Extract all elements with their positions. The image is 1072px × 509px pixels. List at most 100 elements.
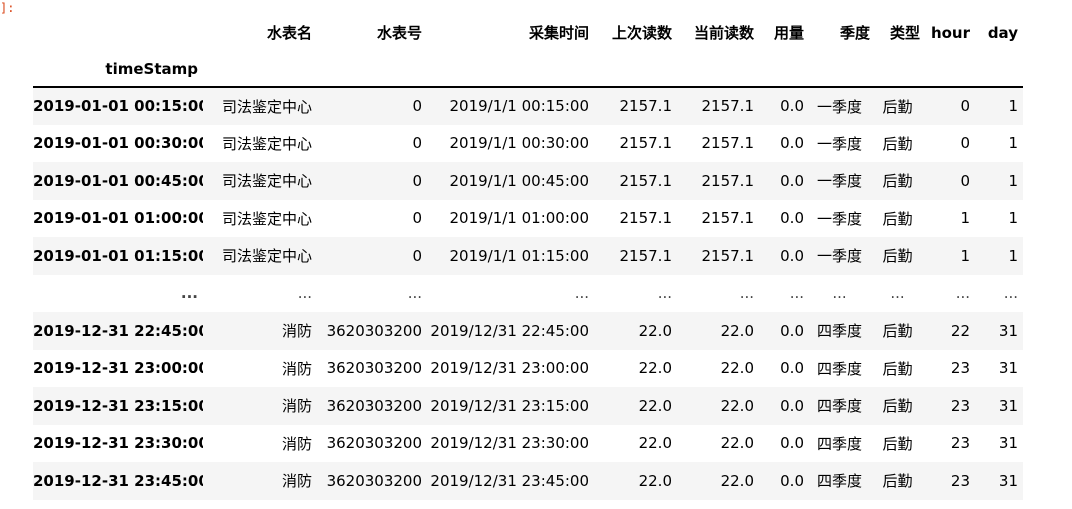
table-cell: 0.0 (780, 97, 804, 116)
table-cell: 消防 (281, 434, 312, 453)
table-cell: 0 (412, 209, 422, 228)
table-cell: ... (789, 284, 804, 303)
table-cell: 2019/12/31 23:45:00 (430, 471, 589, 490)
table-cell: 后勤 (882, 247, 913, 266)
table-cell: 22 (950, 321, 970, 340)
column-header-row: 水表名 水表号 采集时间 上次读数 当前读数 用量 季度 类型 hour day (33, 14, 1023, 51)
table-cell: 3620303200 (326, 321, 422, 340)
row-index: 2019-01-01 00:30:00 (33, 134, 203, 153)
table-cell: 23 (950, 359, 970, 378)
table-cell: 一季度 (816, 97, 862, 116)
table-cell: 3620303200 (326, 359, 422, 378)
table-cell: 22.0 (720, 434, 754, 453)
table-cell: 后勤 (882, 172, 913, 191)
table-cell: 0 (960, 171, 970, 190)
table-cell: 2019/12/31 22:45:00 (430, 321, 589, 340)
table-cell: 1 (1008, 209, 1018, 228)
table-cell: 消防 (281, 472, 312, 491)
table-cell: 31 (998, 396, 1018, 415)
dataframe-body: 2019-01-01 00:15:00 司法鉴定中心 0 2019/1/1 00:15… (33, 87, 1023, 500)
table-cell: 3620303200 (326, 471, 422, 490)
row-index: 2019-12-31 23:45:00 (33, 471, 203, 490)
table-cell: 23 (950, 396, 970, 415)
table-cell: 司法鉴定中心 (221, 97, 312, 116)
table-cell: 0.0 (780, 359, 804, 378)
dataframe-output: 水表名 水表号 采集时间 上次读数 当前读数 用量 季度 类型 hour day… (33, 14, 1023, 500)
table-cell: 2157.1 (701, 171, 755, 190)
table-cell: ... (407, 284, 422, 303)
table-cell: 2157.1 (701, 246, 755, 265)
table-cell: 一季度 (816, 134, 862, 153)
table-cell: 31 (998, 359, 1018, 378)
table-cell: 31 (998, 434, 1018, 453)
table-cell: 0 (960, 134, 970, 153)
table-cell: 2019/12/31 23:30:00 (430, 434, 589, 453)
row-index: 2019-12-31 23:30:00 (33, 434, 203, 453)
table-row: 2019-01-01 00:30:00 司法鉴定中心 0 2019/1/1 00:30… (33, 125, 1023, 163)
table-cell: 22.0 (638, 471, 672, 490)
table-cell: 司法鉴定中心 (221, 172, 312, 191)
row-index: 2019-01-01 01:00:00 (33, 209, 203, 228)
row-index: 2019-12-31 23:15:00 (33, 396, 203, 415)
table-cell: 2157.1 (619, 97, 673, 116)
table-cell: 22.0 (720, 471, 754, 490)
row-index: 2019-12-31 23:00:00 (33, 359, 203, 378)
table-cell: 一季度 (816, 172, 862, 191)
table-cell: 0.0 (780, 171, 804, 190)
table-cell: 1 (1008, 97, 1018, 116)
dataframe-table: 水表名 水表号 采集时间 上次读数 当前读数 用量 季度 类型 hour day… (33, 14, 1023, 500)
table-cell: 2157.1 (701, 97, 755, 116)
table-cell: 2157.1 (619, 134, 673, 153)
table-row: 2019-01-01 00:45:00 司法鉴定中心 0 2019/1/1 00:45… (33, 162, 1023, 200)
table-row: 2019-12-31 23:30:00 消防 3620303200 2019/12/3… (33, 425, 1023, 463)
row-index: 2019-01-01 01:15:00 (33, 246, 203, 265)
table-cell: 1 (960, 246, 970, 265)
table-cell: 四季度 (816, 322, 862, 341)
column-header: 季度 (839, 24, 870, 42)
table-cell: 消防 (281, 397, 312, 416)
table-row: 2019-12-31 23:45:00 消防 3620303200 2019/12/3… (33, 462, 1023, 500)
table-cell: 0 (960, 97, 970, 116)
row-index: ... (180, 284, 198, 303)
table-cell: 0.0 (780, 434, 804, 453)
table-cell: 0 (412, 97, 422, 116)
table-cell: 2157.1 (701, 134, 755, 153)
table-cell: 23 (950, 471, 970, 490)
table-cell: ... (832, 284, 847, 303)
table-cell: 2019/1/1 01:00:00 (449, 209, 589, 228)
table-cell: 1 (1008, 171, 1018, 190)
table-cell: 一季度 (816, 209, 862, 228)
column-header: 上次读数 (611, 24, 672, 42)
table-cell: 后勤 (882, 322, 913, 341)
table-cell: 0.0 (780, 134, 804, 153)
table-cell: ... (739, 284, 754, 303)
table-cell: 后勤 (882, 472, 913, 491)
ellipsis-row: ................................. (33, 275, 1023, 313)
table-cell: 消防 (281, 322, 312, 341)
table-cell: 四季度 (816, 397, 862, 416)
table-cell: 后勤 (882, 209, 913, 228)
table-cell: 22.0 (638, 359, 672, 378)
table-cell: 四季度 (816, 472, 862, 491)
column-header: hour (930, 23, 970, 42)
table-cell: 0.0 (780, 471, 804, 490)
table-cell: ... (955, 284, 970, 303)
table-cell: 2019/12/31 23:00:00 (430, 359, 589, 378)
table-cell: 四季度 (816, 359, 862, 378)
column-header: 水表名 (266, 24, 312, 42)
table-cell: ... (657, 284, 672, 303)
column-header: 水表号 (376, 24, 422, 42)
table-row: 2019-12-31 23:15:00 消防 3620303200 2019/12/3… (33, 387, 1023, 425)
table-cell: 1 (1008, 134, 1018, 153)
index-name-row: timeStamp (33, 51, 1023, 88)
table-cell: 22.0 (720, 396, 754, 415)
column-header: day (987, 23, 1018, 42)
index-name: timeStamp (33, 51, 203, 88)
table-cell: ... (297, 284, 312, 303)
table-cell: ... (890, 284, 905, 303)
table-cell: 司法鉴定中心 (221, 134, 312, 153)
table-cell: 23 (950, 434, 970, 453)
table-cell: 一季度 (816, 247, 862, 266)
table-cell: 2019/1/1 01:15:00 (449, 246, 589, 265)
table-cell: 0 (412, 171, 422, 190)
